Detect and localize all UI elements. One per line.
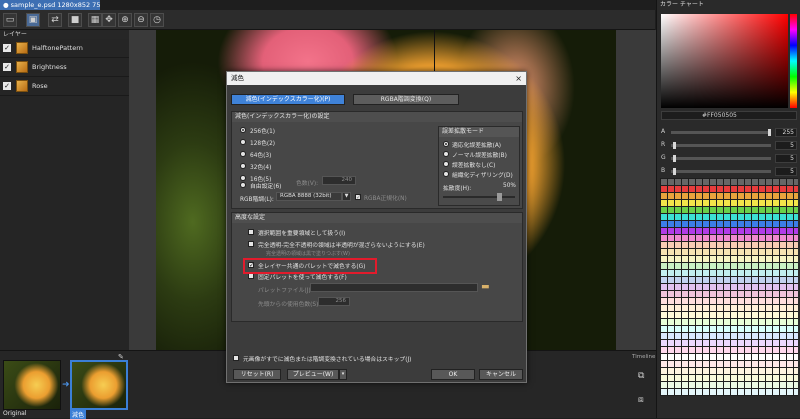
frame-label: Original [3,410,27,417]
dialog-title: 減色 [231,74,244,82]
radio-custom[interactable] [240,182,246,188]
arrow-right-icon: ➜ [62,380,70,390]
arrows-icon[interactable]: ⇄ [48,13,62,27]
layer-name: HalftonePattern [32,44,83,52]
layer-name: Rose [32,82,48,90]
ok-button[interactable]: OK [431,369,475,380]
skip-label: 元画像がすでに減色または階調変換されている場合はスキップ(J) [243,357,412,363]
radio-128[interactable] [240,139,246,145]
layer-thumbnail-icon [16,42,28,54]
preview-dropdown-icon[interactable]: ▾ [339,369,347,380]
palette-count-field[interactable]: 256 [318,297,350,306]
close-icon[interactable]: × [515,72,522,85]
radio-dither-normal[interactable] [443,151,449,157]
layer-visibility-checkbox[interactable]: ✓ [3,63,11,71]
layers-title: レイヤー [0,30,129,39]
layer-thumbnail-icon [16,80,28,92]
settings-group: 減色(インデックスカラー化)の設定 256色(1) 128色(2) 64色(3)… [231,111,523,209]
palette-file-label: パレットファイル(J): [258,288,313,294]
fill-black-label: 完全透明の領域は黒で塗りつぶす(W) [266,251,350,257]
reset-button[interactable]: リセット(R) [233,369,281,380]
layer-item[interactable]: ✓ Brightness [0,58,129,77]
frame-reduced[interactable] [70,360,128,410]
grid-icon[interactable]: ▦ [88,13,102,27]
radio-dither-none[interactable] [443,161,449,167]
radio-256[interactable] [240,127,246,133]
rgba-label: RGB階調(L): [240,197,274,203]
close-tab-icon[interactable]: ● [3,1,9,9]
add-frame-icon[interactable]: ⧉ [638,371,644,381]
chevron-down-icon[interactable]: ▼ [342,192,351,201]
preview-button[interactable]: プレビュー(W) [287,369,339,380]
hex-value[interactable]: #FF050505 [661,111,797,120]
slider-knob[interactable] [672,155,676,162]
document-tab[interactable]: ● sample_e.psd 1280x852 75% [0,0,100,10]
slider-r[interactable]: R 5 [661,141,797,150]
color-count-field[interactable]: 240 [322,176,356,185]
skip-checkbox[interactable] [233,355,239,361]
toolbar: ▭ ▣ ⇄ ■ ▦ ✥ ⊕ ⊖ ◷ [0,10,655,30]
slider-knob[interactable] [672,142,676,149]
document-title: sample_e.psd 1280x852 75% [10,1,100,9]
selection-important-checkbox[interactable] [248,229,254,235]
color-count-label: 色数(V): [296,181,319,187]
palette-file-field[interactable] [310,283,478,292]
no-semitransparent-checkbox[interactable] [248,241,254,247]
rgba-select[interactable]: RGBA 8888 (32bit) [276,192,342,201]
settings-title: 減色(インデックスカラー化)の設定 [232,112,522,122]
layer-thumbnail-icon [16,61,28,73]
radio-16[interactable] [240,175,246,181]
tab-indexed[interactable]: 減色(インデックスカラー化)(P) [231,94,345,105]
color-panel-title: カラー チャート [660,1,704,8]
diffusion-slider[interactable] [443,193,515,201]
layer-item[interactable]: ✓ HalftonePattern [0,39,129,58]
diffusion-slider-knob[interactable] [497,193,502,201]
clock-icon[interactable]: ◷ [150,13,164,27]
color-spectrum[interactable] [661,14,788,108]
radio-32[interactable] [240,163,246,169]
slider-g[interactable]: G 5 [661,154,797,163]
tab-rgba[interactable]: RGBA階調変換(Q) [353,94,459,105]
delete-frame-icon[interactable]: ⧈ [638,395,644,405]
slider-knob[interactable] [768,129,771,136]
highlight-box [243,258,377,274]
dither-group: 誤差拡散モード 適応化誤差拡散(A) ノーマル誤差拡散(B) 誤差拡散なし(C)… [438,126,520,206]
color-panel: カラー チャート #FF050505 A 255 R 5 G 5 B 5 [656,0,800,418]
zoom-in-icon[interactable]: ⊕ [118,13,132,27]
move-icon[interactable]: ✥ [102,13,116,27]
dither-title: 誤差拡散モード [439,127,519,137]
folder-icon[interactable]: ▬ [481,282,490,292]
color-swatches[interactable] [660,178,798,396]
diffusion-label: 拡散度(H): [443,186,472,192]
layer-visibility-checkbox[interactable]: ✓ [3,82,11,90]
slider-a[interactable]: A 255 [661,128,797,137]
layer-tool-icon[interactable]: ▣ [26,13,40,27]
rgba-normalize-checkbox[interactable]: ✓ [355,194,361,201]
zoom-out-icon[interactable]: ⊖ [134,13,148,27]
layer-visibility-checkbox[interactable]: ✓ [3,44,11,52]
diffusion-value: 50% [503,183,516,189]
timeline-label: Timeline [632,354,656,360]
layer-name: Brightness [32,63,67,71]
radio-dither-ordered[interactable] [443,171,449,177]
color-tool-icon[interactable]: ■ [68,13,82,27]
wrench-icon[interactable]: ✎ [118,353,124,361]
layers-panel: レイヤー ✓ HalftonePattern ✓ Brightness ✓ Ro… [0,30,129,350]
frame-icon[interactable]: ▭ [3,13,17,27]
rgba-normalize-label: RGBA正規化(N) [364,196,407,202]
slider-b[interactable]: B 5 [661,167,797,176]
reduce-colors-dialog: 減色 × 減色(インデックスカラー化)(P) RGBA階調変換(Q) 減色(イン… [226,71,527,383]
radio-dither-adaptive[interactable] [443,141,449,147]
cancel-button[interactable]: キャンセル [479,369,523,380]
frame-original[interactable] [3,360,61,410]
dialog-titlebar: 減色 × [227,72,526,85]
hue-slider[interactable] [790,14,797,108]
layer-item[interactable]: ✓ Rose [0,77,129,96]
slider-knob[interactable] [672,168,676,175]
palette-count-label: 先頭からの使用色数(S): [258,302,321,308]
radio-64[interactable] [240,151,246,157]
advanced-title: 高度な設定 [232,213,522,223]
